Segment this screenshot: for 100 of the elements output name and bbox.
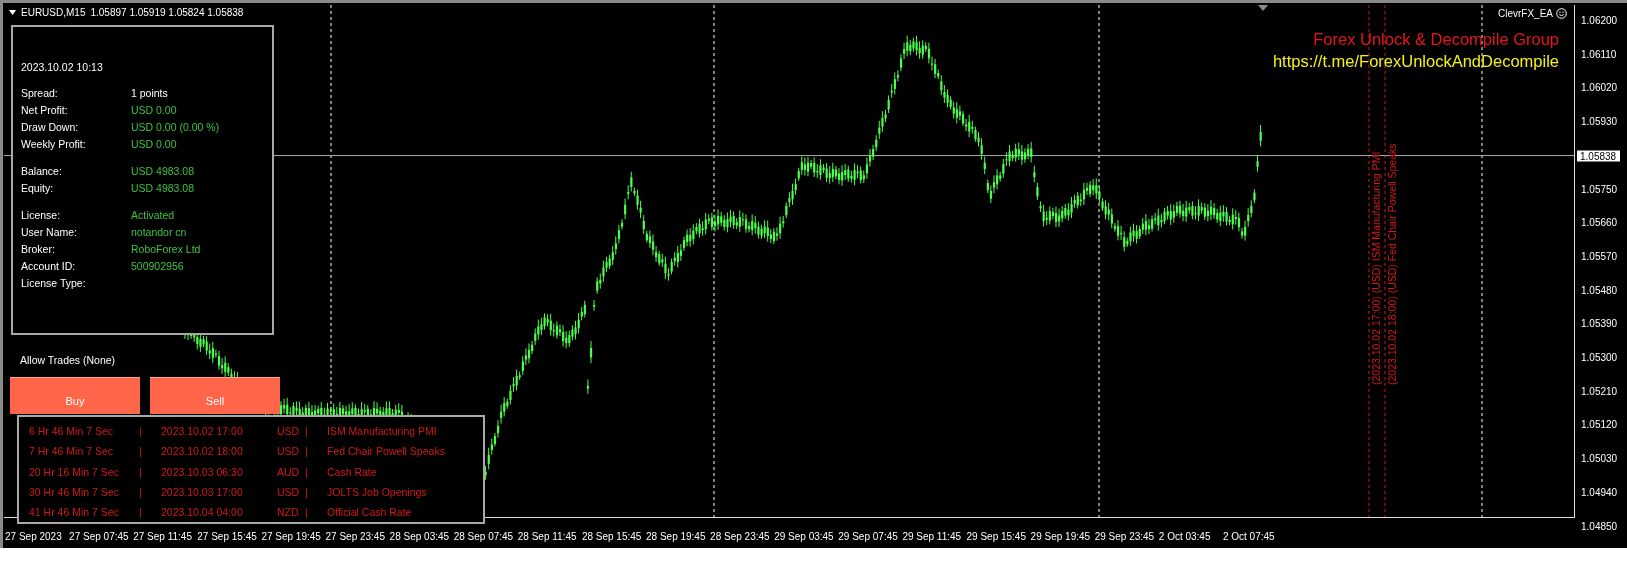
price-label: 1.05390	[1581, 317, 1618, 329]
price-label: 1.06110	[1581, 48, 1617, 60]
price-label: 1.05660	[1581, 216, 1618, 228]
event-currency: NZD	[277, 505, 300, 518]
price-label: 1.05480	[1581, 284, 1618, 296]
time-label: 28 Sep 03:45	[389, 531, 450, 542]
countdown: 6 Hr 46 Min 7 Sec	[29, 425, 115, 438]
info-value: 1 points	[131, 86, 168, 99]
info-label: License Type:	[21, 276, 87, 289]
time-label: 29 Sep 19:45	[1030, 531, 1091, 542]
event-time: 2023.10.03 06:30	[161, 465, 244, 478]
info-label: Net Profit:	[21, 103, 69, 116]
info-label: License:	[21, 208, 62, 221]
info-label: User Name:	[21, 225, 78, 238]
event-time: 2023.10.02 18:00	[161, 445, 244, 458]
info-value: notandor cn	[131, 225, 187, 238]
time-label: 27 Sep 11:45	[133, 531, 192, 542]
separator: |	[139, 465, 143, 478]
symbol-label: EURUSD,M15	[21, 7, 86, 18]
banner-link[interactable]: https://t.me/ForexUnlockAndDecompile	[1272, 50, 1559, 72]
time-label: 27 Sep 19:45	[261, 531, 321, 542]
info-value: 500902956	[131, 259, 184, 272]
info-label: Draw Down:	[21, 120, 80, 133]
price-label: 1.06020	[1581, 81, 1618, 93]
separator: |	[305, 485, 309, 498]
separator: |	[139, 445, 143, 458]
event-currency: USD	[277, 445, 301, 458]
price-label: 1.05210	[1581, 385, 1618, 397]
price-label: 1.04850	[1581, 520, 1618, 531]
event-title: Official Cash Rate	[327, 505, 413, 518]
time-label: 28 Sep 07:45	[453, 531, 514, 542]
price-label: 1.04940	[1581, 486, 1618, 498]
allow-trades-label: Allow Trades (None)	[20, 354, 116, 366]
info-label: Balance:	[21, 164, 63, 177]
price-label: 1.06200	[1581, 14, 1618, 26]
info-value: USD 0.00	[131, 137, 177, 150]
separator: |	[139, 425, 143, 438]
info-label: Weekly Profit:	[21, 137, 87, 150]
time-label: 28 Sep 19:45	[646, 531, 706, 542]
time-label: 28 Sep 23:45	[710, 531, 770, 542]
event-title: JOLTS Job Openings	[327, 485, 428, 498]
price-label: 1.05930	[1581, 115, 1618, 127]
info-label: Spread:	[21, 86, 59, 99]
countdown: 41 Hr 46 Min 7 Sec	[29, 505, 120, 518]
event-marker-label: (2023.10.02 18:00) (USD) Fed Chair Powell Speaks	[1386, 143, 1398, 385]
event-currency: USD	[277, 485, 301, 498]
time-label: 27 Sep 2023	[5, 531, 62, 542]
buy-button[interactable]: Buy	[10, 377, 140, 414]
separator: |	[305, 445, 309, 458]
separator: |	[305, 505, 309, 518]
price-label: 1.05750	[1581, 183, 1618, 194]
event-currency: AUD	[277, 465, 301, 478]
time-label: 29 Sep 15:45	[966, 531, 1026, 542]
info-value: USD 4983.08	[131, 181, 195, 194]
time-label: 2 Oct 07:45	[1222, 531, 1275, 542]
smiley-icon	[1556, 8, 1567, 19]
info-label: Broker:	[21, 242, 56, 255]
event-title: ISM Manufacturing PMI	[327, 425, 438, 438]
price-label: 1.05570	[1581, 250, 1618, 262]
separator: |	[305, 465, 309, 478]
info-value: USD 0.00 (0.00 %)	[131, 120, 220, 133]
time-label: 28 Sep 15:45	[581, 531, 642, 542]
info-label: Account ID:	[21, 259, 77, 272]
countdown: 30 Hr 46 Min 7 Sec	[29, 485, 120, 498]
banner-title: Forex Unlock & Decompile Group	[1313, 29, 1559, 50]
time-label: 27 Sep 15:45	[197, 531, 257, 542]
quote-values: 1.05897 1.05919 1.05824 1.05838	[90, 7, 244, 18]
sell-button[interactable]: Sell	[150, 377, 280, 414]
time-label: 27 Sep 23:45	[325, 531, 385, 542]
time-label: 29 Sep 11:45	[902, 531, 962, 542]
countdown: 7 Hr 46 Min 7 Sec	[29, 445, 115, 458]
separator: |	[139, 505, 143, 518]
time-label: 28 Sep 11:45	[517, 531, 577, 542]
time-label: 29 Sep 07:45	[838, 531, 898, 542]
event-time: 2023.10.04 04:00	[161, 505, 244, 518]
separator: |	[305, 425, 309, 438]
info-value: Activated	[131, 208, 175, 221]
event-time: 2023.10.03 17:00	[161, 485, 244, 498]
shift-marker-icon	[1258, 5, 1268, 11]
expert-name: ClevrFX_EA	[1498, 8, 1553, 19]
price-label: 1.05120	[1581, 418, 1618, 430]
event-marker-label: (2023.10.02 17:00) (USD) ISM Manufacturing PMI	[1370, 151, 1382, 385]
countdown: 20 Hr 16 Min 7 Sec	[29, 465, 120, 478]
current-price-label: 1.05838	[1577, 150, 1621, 162]
price-label: 1.05030	[1581, 452, 1618, 464]
timestamp: 2023.10.02 10:13	[21, 61, 104, 73]
price-label: 1.05300	[1581, 351, 1618, 363]
time-label: 29 Sep 23:45	[1094, 531, 1155, 542]
event-currency: USD	[277, 425, 301, 438]
time-label: 27 Sep 07:45	[69, 531, 129, 542]
separator: |	[139, 485, 143, 498]
event-time: 2023.10.02 17:00	[161, 425, 244, 438]
info-value: USD 0.00	[131, 103, 177, 116]
time-label: 2 Oct 03:45	[1158, 531, 1211, 542]
event-title: Cash Rate	[327, 465, 378, 478]
info-value: USD 4983.08	[131, 164, 195, 177]
dropdown-icon[interactable]	[9, 10, 16, 15]
info-value: RoboForex Ltd	[131, 242, 201, 255]
event-title: Fed Chair Powell Speaks	[327, 445, 446, 458]
time-label: 29 Sep 03:45	[774, 531, 834, 542]
